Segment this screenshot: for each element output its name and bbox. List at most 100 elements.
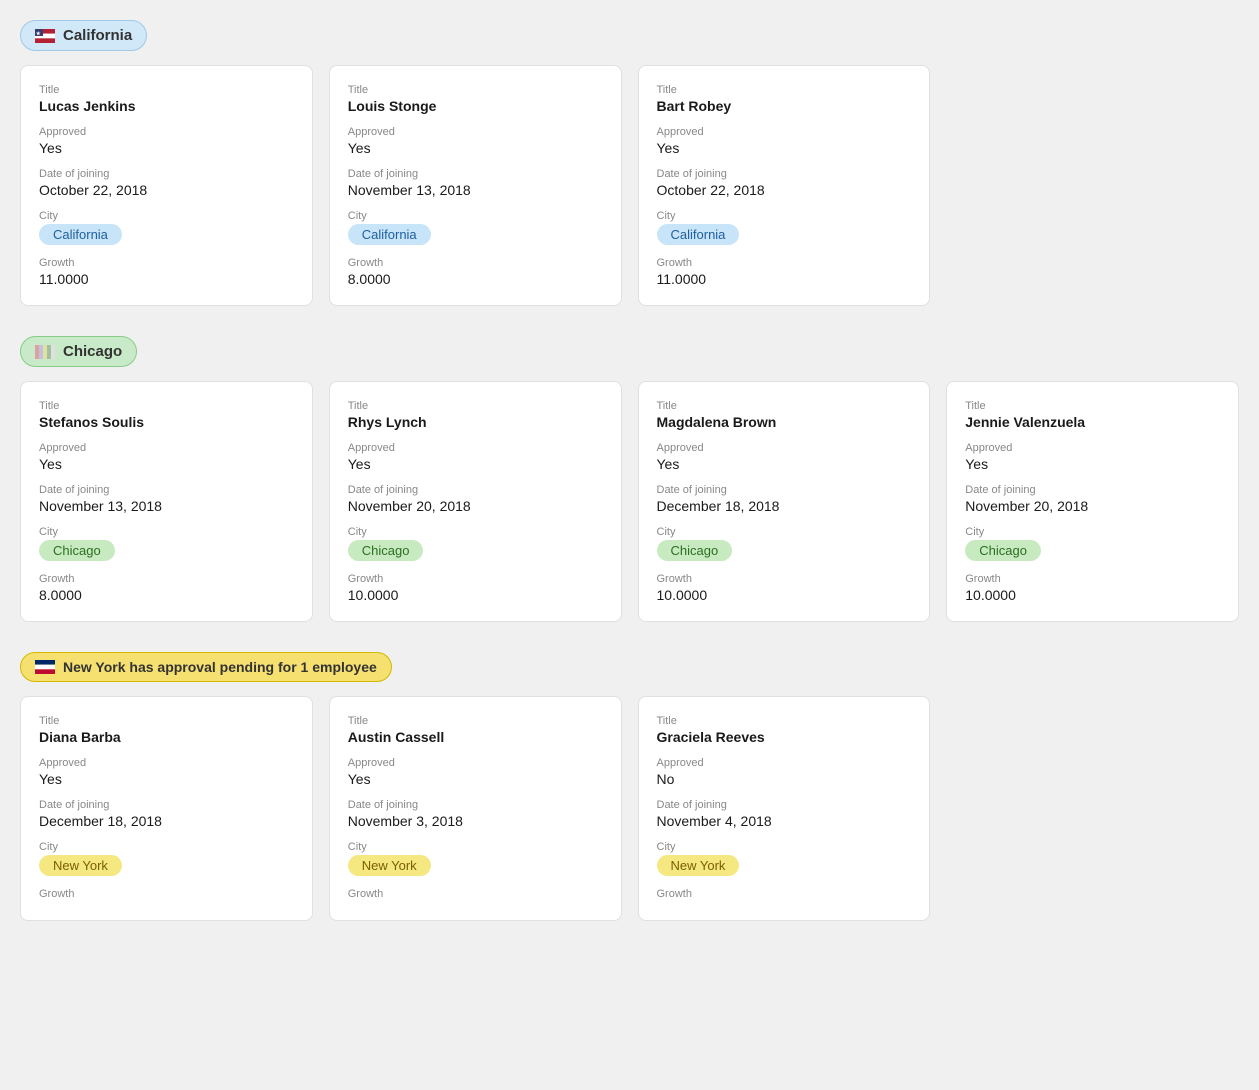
card-doj-field: Date of joining November 13, 2018 (348, 168, 603, 198)
card: Title Bart Robey Approved Yes Date of jo… (638, 65, 931, 306)
title-value: Graciela Reeves (657, 729, 912, 745)
approved-value: Yes (657, 456, 912, 472)
card-approved-field: Approved Yes (348, 442, 603, 472)
growth-label: Growth (965, 573, 1220, 585)
flag-icon-california: ★ (35, 29, 55, 43)
approved-value: No (657, 771, 912, 787)
flag-icon-newyork (35, 660, 55, 674)
title-label: Title (39, 84, 294, 96)
title-value: Diana Barba (39, 729, 294, 745)
card-approved-field: Approved No (657, 757, 912, 787)
section-label-california: California (63, 27, 132, 44)
card-approved-field: Approved Yes (348, 757, 603, 787)
growth-label: Growth (348, 573, 603, 585)
cards-grid-california: Title Lucas Jenkins Approved Yes Date of… (20, 65, 1239, 306)
card: Title Louis Stonge Approved Yes Date of … (329, 65, 622, 306)
growth-label: Growth (39, 573, 294, 585)
card-title-field: Title Stefanos Soulis (39, 400, 294, 430)
card: Title Austin Cassell Approved Yes Date o… (329, 696, 622, 921)
doj-label: Date of joining (657, 484, 912, 496)
card-doj-field: Date of joining November 13, 2018 (39, 484, 294, 514)
approved-label: Approved (348, 126, 603, 138)
title-label: Title (39, 715, 294, 727)
card-approved-field: Approved Yes (657, 442, 912, 472)
card-doj-field: Date of joining November 20, 2018 (965, 484, 1220, 514)
card-doj-field: Date of joining October 22, 2018 (657, 168, 912, 198)
card-title-field: Title Louis Stonge (348, 84, 603, 114)
section-header-newyork: New York has approval pending for 1 empl… (20, 652, 392, 682)
doj-value: November 20, 2018 (348, 498, 603, 514)
doj-value: November 3, 2018 (348, 813, 603, 829)
section-header-california: ★ California (20, 20, 147, 51)
approved-value: Yes (39, 771, 294, 787)
title-value: Magdalena Brown (657, 414, 912, 430)
city-label: City (39, 841, 294, 853)
card-doj-field: Date of joining October 22, 2018 (39, 168, 294, 198)
city-label: City (657, 841, 912, 853)
doj-label: Date of joining (965, 484, 1220, 496)
doj-value: November 13, 2018 (39, 498, 294, 514)
card-approved-field: Approved Yes (348, 126, 603, 156)
city-badge: New York (657, 855, 740, 876)
growth-label: Growth (657, 257, 912, 269)
card-doj-field: Date of joining November 4, 2018 (657, 799, 912, 829)
approved-value: Yes (39, 140, 294, 156)
growth-label: Growth (657, 888, 912, 900)
card: Title Diana Barba Approved Yes Date of j… (20, 696, 313, 921)
card-growth-field: Growth 10.0000 (657, 573, 912, 603)
title-label: Title (348, 715, 603, 727)
city-label: City (657, 210, 912, 222)
approved-label: Approved (657, 442, 912, 454)
card-doj-field: Date of joining December 18, 2018 (657, 484, 912, 514)
card-growth-field: Growth (348, 888, 603, 902)
approved-label: Approved (657, 757, 912, 769)
title-label: Title (965, 400, 1220, 412)
card-approved-field: Approved Yes (39, 757, 294, 787)
title-value: Jennie Valenzuela (965, 414, 1220, 430)
doj-label: Date of joining (657, 799, 912, 811)
card-city-field: City Chicago (39, 526, 294, 561)
card-growth-field: Growth 11.0000 (657, 257, 912, 287)
title-value: Austin Cassell (348, 729, 603, 745)
doj-value: December 18, 2018 (657, 498, 912, 514)
approved-label: Approved (348, 442, 603, 454)
card-growth-field: Growth (39, 888, 294, 902)
growth-value: 10.0000 (657, 587, 912, 603)
doj-label: Date of joining (348, 484, 603, 496)
approved-label: Approved (657, 126, 912, 138)
card-approved-field: Approved Yes (657, 126, 912, 156)
city-label: City (39, 210, 294, 222)
section-label-newyork: New York has approval pending for 1 empl… (63, 659, 377, 675)
doj-label: Date of joining (39, 168, 294, 180)
card-growth-field: Growth 11.0000 (39, 257, 294, 287)
card-title-field: Title Diana Barba (39, 715, 294, 745)
card-city-field: City New York (657, 841, 912, 876)
title-value: Bart Robey (657, 98, 912, 114)
cards-grid-newyork: Title Diana Barba Approved Yes Date of j… (20, 696, 1239, 921)
title-label: Title (348, 400, 603, 412)
card-city-field: City California (348, 210, 603, 245)
card: Title Graciela Reeves Approved No Date o… (638, 696, 931, 921)
card-title-field: Title Bart Robey (657, 84, 912, 114)
doj-value: November 13, 2018 (348, 182, 603, 198)
doj-value: November 4, 2018 (657, 813, 912, 829)
card-doj-field: Date of joining November 3, 2018 (348, 799, 603, 829)
doj-label: Date of joining (39, 799, 294, 811)
city-badge: New York (39, 855, 122, 876)
city-badge: New York (348, 855, 431, 876)
city-badge: California (657, 224, 740, 245)
growth-value: 10.0000 (965, 587, 1220, 603)
city-label: City (965, 526, 1220, 538)
card-approved-field: Approved Yes (39, 442, 294, 472)
card-city-field: City New York (39, 841, 294, 876)
title-value: Stefanos Soulis (39, 414, 294, 430)
section-header-chicago: Chicago (20, 336, 137, 367)
doj-label: Date of joining (348, 799, 603, 811)
growth-value: 10.0000 (348, 587, 603, 603)
card-title-field: Title Rhys Lynch (348, 400, 603, 430)
city-badge: Chicago (39, 540, 115, 561)
title-label: Title (657, 400, 912, 412)
card: Title Stefanos Soulis Approved Yes Date … (20, 381, 313, 622)
title-label: Title (39, 400, 294, 412)
approved-label: Approved (965, 442, 1220, 454)
